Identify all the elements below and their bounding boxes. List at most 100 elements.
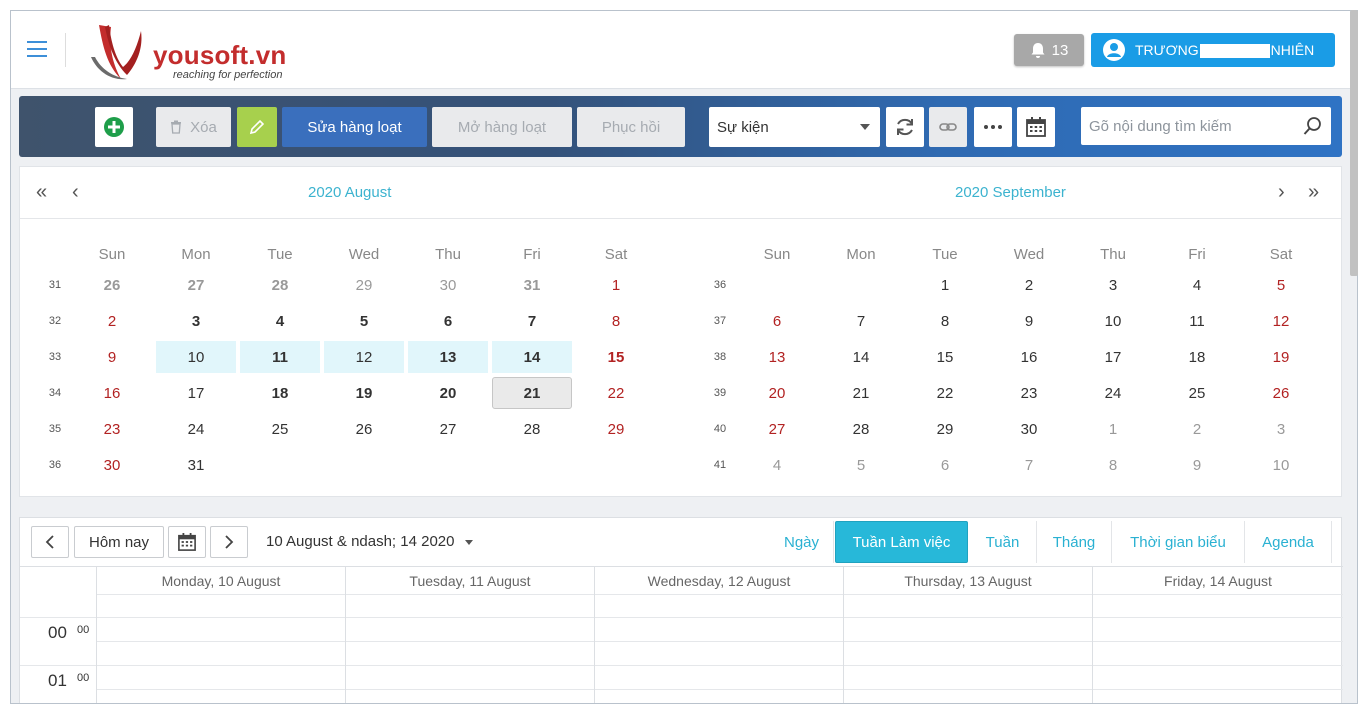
- next-month-icon[interactable]: ›: [1278, 181, 1285, 204]
- notifications-button[interactable]: 13: [1014, 34, 1084, 66]
- calendar-day[interactable]: 7: [490, 305, 574, 337]
- calendar-day[interactable]: 31: [154, 449, 238, 481]
- view-tab-week[interactable]: Tuần: [969, 521, 1037, 563]
- calendar-day[interactable]: 11: [1155, 305, 1239, 337]
- prev-year-icon[interactable]: «: [36, 181, 47, 204]
- event-type-select[interactable]: Sự kiện: [709, 107, 880, 147]
- calendar-day[interactable]: 13: [408, 341, 488, 373]
- calendar-day[interactable]: 24: [1071, 377, 1155, 409]
- calendar-day[interactable]: 10: [156, 341, 236, 373]
- calendar-day[interactable]: 28: [238, 269, 322, 301]
- calendar-day[interactable]: 29: [903, 413, 987, 445]
- view-tab-month[interactable]: Tháng: [1037, 521, 1112, 563]
- calendar-day[interactable]: 8: [903, 305, 987, 337]
- calendar-day[interactable]: 30: [987, 413, 1071, 445]
- calendar-day[interactable]: 22: [903, 377, 987, 409]
- calendar-day[interactable]: 31: [490, 269, 574, 301]
- next-year-icon[interactable]: »: [1308, 181, 1319, 204]
- calendar-day[interactable]: 6: [406, 305, 490, 337]
- bulk-open-button[interactable]: Mở hàng loạt: [432, 107, 572, 147]
- calendar-day[interactable]: 20: [735, 377, 819, 409]
- calendar-day[interactable]: 3: [1071, 269, 1155, 301]
- calendar-day[interactable]: 6: [735, 305, 819, 337]
- calendar-day[interactable]: 1: [1071, 413, 1155, 445]
- calendar-day[interactable]: 29: [322, 269, 406, 301]
- calendar-day[interactable]: 25: [1155, 377, 1239, 409]
- calendar-day[interactable]: 5: [1239, 269, 1323, 301]
- calendar-day[interactable]: 28: [490, 413, 574, 445]
- view-tab-timeline[interactable]: Thời gian biểu: [1112, 521, 1245, 563]
- calendar-day[interactable]: 1: [903, 269, 987, 301]
- month-title-august[interactable]: 2020 August: [308, 184, 391, 201]
- day-column-header[interactable]: Thursday, 13 August: [843, 567, 1092, 594]
- date-picker-button[interactable]: [168, 526, 206, 558]
- view-tab-agenda[interactable]: Agenda: [1245, 521, 1332, 563]
- calendar-day[interactable]: 20: [406, 377, 490, 409]
- calendar-day[interactable]: 28: [819, 413, 903, 445]
- calendar-day[interactable]: 29: [574, 413, 658, 445]
- calendar-day[interactable]: 24: [154, 413, 238, 445]
- calendar-day[interactable]: 15: [903, 341, 987, 373]
- add-button[interactable]: [95, 107, 133, 147]
- calendar-day[interactable]: 4: [238, 305, 322, 337]
- calendar-day[interactable]: 27: [406, 413, 490, 445]
- more-options-button[interactable]: [974, 107, 1012, 147]
- calendar-day[interactable]: 26: [322, 413, 406, 445]
- bulk-edit-button[interactable]: Sửa hàng loạt: [282, 107, 427, 147]
- calendar-day[interactable]: 27: [154, 269, 238, 301]
- link-button[interactable]: [929, 107, 967, 147]
- calendar-day[interactable]: 5: [819, 449, 903, 481]
- calendar-day[interactable]: 4: [1155, 269, 1239, 301]
- calendar-day[interactable]: 14: [492, 341, 572, 373]
- calendar-day[interactable]: 19: [322, 377, 406, 409]
- calendar-day[interactable]: 3: [154, 305, 238, 337]
- view-tab-day[interactable]: Ngày: [770, 521, 834, 563]
- calendar-day[interactable]: 25: [238, 413, 322, 445]
- view-tab-work-week[interactable]: Tuần Làm việc: [835, 521, 968, 563]
- search-box[interactable]: Gõ nội dung tìm kiếm: [1081, 107, 1331, 145]
- refresh-button[interactable]: [886, 107, 924, 147]
- calendar-day[interactable]: 6: [903, 449, 987, 481]
- calendar-day[interactable]: 10: [1071, 305, 1155, 337]
- calendar-day[interactable]: 17: [154, 377, 238, 409]
- calendar-day[interactable]: 30: [406, 269, 490, 301]
- prev-period-button[interactable]: [31, 526, 69, 558]
- calendar-view-button[interactable]: [1017, 107, 1055, 147]
- calendar-day[interactable]: 12: [1239, 305, 1323, 337]
- next-period-button[interactable]: [210, 526, 248, 558]
- day-column-header[interactable]: Wednesday, 12 August: [594, 567, 843, 594]
- day-column-header[interactable]: Tuesday, 11 August: [345, 567, 594, 594]
- calendar-day[interactable]: 16: [70, 377, 154, 409]
- calendar-day[interactable]: 21: [819, 377, 903, 409]
- calendar-day[interactable]: 8: [574, 305, 658, 337]
- calendar-day[interactable]: 26: [1239, 377, 1323, 409]
- calendar-day[interactable]: 15: [574, 341, 658, 373]
- hamburger-menu-icon[interactable]: [27, 41, 47, 57]
- calendar-day[interactable]: 10: [1239, 449, 1323, 481]
- calendar-day[interactable]: 5: [322, 305, 406, 337]
- calendar-day[interactable]: 22: [574, 377, 658, 409]
- calendar-day[interactable]: 3: [1239, 413, 1323, 445]
- calendar-day[interactable]: 7: [987, 449, 1071, 481]
- delete-button[interactable]: Xóa: [156, 107, 231, 147]
- calendar-day[interactable]: 30: [70, 449, 154, 481]
- date-range-dropdown[interactable]: 10 August & ndash; 14 2020: [266, 533, 473, 550]
- calendar-day[interactable]: 18: [238, 377, 322, 409]
- calendar-day[interactable]: 17: [1071, 341, 1155, 373]
- search-input[interactable]: Gõ nội dung tìm kiếm: [1089, 118, 1232, 135]
- calendar-day[interactable]: 14: [819, 341, 903, 373]
- user-menu-button[interactable]: TRƯƠNG NHIÊN: [1091, 33, 1335, 67]
- calendar-day[interactable]: 7: [819, 305, 903, 337]
- edit-button[interactable]: [237, 107, 277, 147]
- restore-button[interactable]: Phục hồi: [577, 107, 685, 147]
- calendar-day[interactable]: 9: [1155, 449, 1239, 481]
- prev-month-icon[interactable]: ‹: [72, 181, 79, 204]
- day-column-header[interactable]: Monday, 10 August: [96, 567, 345, 594]
- scrollbar-thumb[interactable]: [1350, 10, 1358, 276]
- calendar-day[interactable]: 13: [735, 341, 819, 373]
- calendar-day[interactable]: 1: [574, 269, 658, 301]
- calendar-day[interactable]: 27: [735, 413, 819, 445]
- calendar-day[interactable]: 12: [324, 341, 404, 373]
- calendar-day[interactable]: 26: [70, 269, 154, 301]
- calendar-day[interactable]: 9: [987, 305, 1071, 337]
